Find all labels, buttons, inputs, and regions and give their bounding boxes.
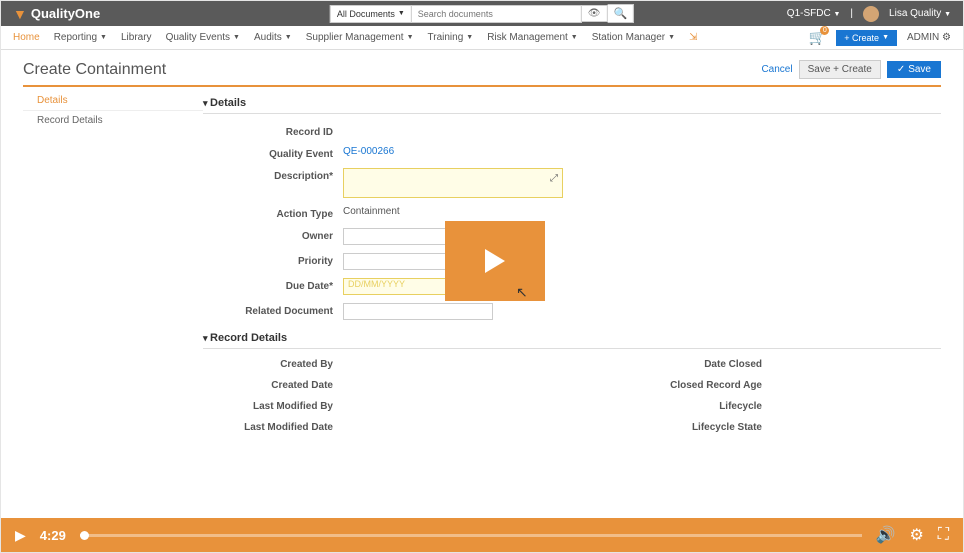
chevron-down-icon: ▼ xyxy=(398,10,405,17)
sidebar-item-record[interactable]: Record Details xyxy=(23,111,203,130)
search-icon[interactable]: 🔍 xyxy=(607,4,634,23)
cart-icon[interactable]: 🛒0 xyxy=(809,29,826,46)
expand-icon[interactable]: ⤢ xyxy=(550,173,558,184)
chevron-down-icon: ▼ xyxy=(571,34,578,41)
volume-icon[interactable]: 🔊 xyxy=(876,525,896,545)
cancel-link[interactable]: Cancel xyxy=(761,64,792,75)
label-lifecycle-state: Lifecycle State xyxy=(572,422,772,433)
label-last-mod-by: Last Modified By xyxy=(203,401,343,412)
save-create-button[interactable]: Save + Create xyxy=(799,60,881,79)
nav-supplier-mgmt[interactable]: Supplier Management▼ xyxy=(306,32,414,43)
chevron-down-icon: ▼ xyxy=(285,34,292,41)
label-lifecycle: Lifecycle xyxy=(572,401,772,412)
video-player-bar: ▶ 4:29 🔊 ⚙ ⛶ xyxy=(1,518,963,552)
chevron-down-icon: ▼ xyxy=(466,34,473,41)
admin-link[interactable]: ADMIN ⚙ xyxy=(907,32,951,43)
top-right: Q1-SFDC ▼ | Lisa Quality ▼ xyxy=(787,6,951,22)
label-date-closed: Date Closed xyxy=(572,359,772,370)
brand-icon: ▼ xyxy=(13,6,27,22)
label-created-date: Created Date xyxy=(203,380,343,391)
label-record-id: Record ID xyxy=(203,124,343,138)
label-last-mod-date: Last Modified Date xyxy=(203,422,343,433)
divider: | xyxy=(850,8,853,19)
chevron-down-icon: ▼ xyxy=(668,34,675,41)
check-icon: ✓ xyxy=(897,64,905,75)
due-date-placeholder: DD/MM/YYYY xyxy=(344,277,409,291)
nav-training[interactable]: Training▼ xyxy=(428,32,474,43)
page-title: Create Containment xyxy=(23,61,166,79)
label-priority: Priority xyxy=(203,253,343,267)
cursor-icon: ↖ xyxy=(516,284,528,301)
label-due-date: Due Date* xyxy=(203,278,343,292)
brand-text: QualityOne xyxy=(31,6,100,21)
sidebar: Details Record Details xyxy=(23,87,203,443)
nav-bar: Home Reporting▼ Library Quality Events▼ … xyxy=(1,26,963,50)
related-doc-input[interactable] xyxy=(343,303,493,320)
label-description: Description* xyxy=(203,168,343,182)
search-scope-label: All Documents xyxy=(337,9,395,19)
user-menu[interactable]: Lisa Quality ▼ xyxy=(889,8,951,19)
search-input[interactable] xyxy=(412,5,582,23)
description-input[interactable]: ⤢ xyxy=(343,168,563,198)
chevron-down-icon: ▼ xyxy=(882,34,889,41)
settings-icon[interactable]: ⚙ xyxy=(909,525,923,545)
create-button[interactable]: + Create▼ xyxy=(836,30,897,46)
nav-pin-icon[interactable]: ⇲ xyxy=(689,32,697,43)
fullscreen-icon[interactable]: ⛶ xyxy=(938,526,949,544)
progress-bar[interactable] xyxy=(80,534,862,537)
label-related-doc: Related Document xyxy=(203,303,343,317)
time-display: 4:29 xyxy=(40,528,66,543)
env-switcher[interactable]: Q1-SFDC ▼ xyxy=(787,8,841,19)
search-scope-dropdown[interactable]: All Documents ▼ xyxy=(330,5,412,23)
chevron-down-icon: ▼ xyxy=(100,34,107,41)
nav-reporting[interactable]: Reporting▼ xyxy=(54,32,107,43)
save-button[interactable]: ✓Save xyxy=(887,61,941,78)
play-icon xyxy=(485,249,505,273)
chevron-down-icon: ▼ xyxy=(233,34,240,41)
value-quality-event[interactable]: QE-000266 xyxy=(343,146,394,157)
nav-home[interactable]: Home xyxy=(13,32,40,43)
avatar[interactable] xyxy=(863,6,879,22)
video-play-overlay[interactable] xyxy=(445,221,545,301)
nav-library[interactable]: Library xyxy=(121,32,152,43)
label-owner: Owner xyxy=(203,228,343,242)
label-created-by: Created By xyxy=(203,359,343,370)
section-record-header[interactable]: Record Details xyxy=(203,328,941,349)
cart-badge: 0 xyxy=(820,26,829,35)
nav-station-mgr[interactable]: Station Manager▼ xyxy=(592,32,675,43)
label-action-type: Action Type xyxy=(203,206,343,220)
label-quality-event: Quality Event xyxy=(203,146,343,160)
nav-risk-mgmt[interactable]: Risk Management▼ xyxy=(487,32,578,43)
search-group: All Documents ▼ 👁 🔍 xyxy=(330,4,634,23)
chevron-down-icon: ▼ xyxy=(407,34,414,41)
progress-handle[interactable] xyxy=(80,531,89,540)
play-button[interactable]: ▶ xyxy=(15,527,26,544)
label-closed-age: Closed Record Age xyxy=(572,380,772,391)
top-bar: ▼ QualityOne All Documents ▼ 👁 🔍 Q1-SFDC… xyxy=(1,1,963,26)
sidebar-item-details[interactable]: Details xyxy=(23,91,203,111)
section-details-header[interactable]: Details xyxy=(203,93,941,114)
preview-icon[interactable]: 👁 xyxy=(582,5,608,22)
nav-audits[interactable]: Audits▼ xyxy=(254,32,292,43)
value-action-type: Containment xyxy=(343,206,400,217)
nav-quality-events[interactable]: Quality Events▼ xyxy=(166,32,240,43)
chevron-down-icon: ▼ xyxy=(944,11,951,18)
brand-logo: ▼ QualityOne xyxy=(13,6,100,22)
chevron-down-icon: ▼ xyxy=(833,11,840,18)
